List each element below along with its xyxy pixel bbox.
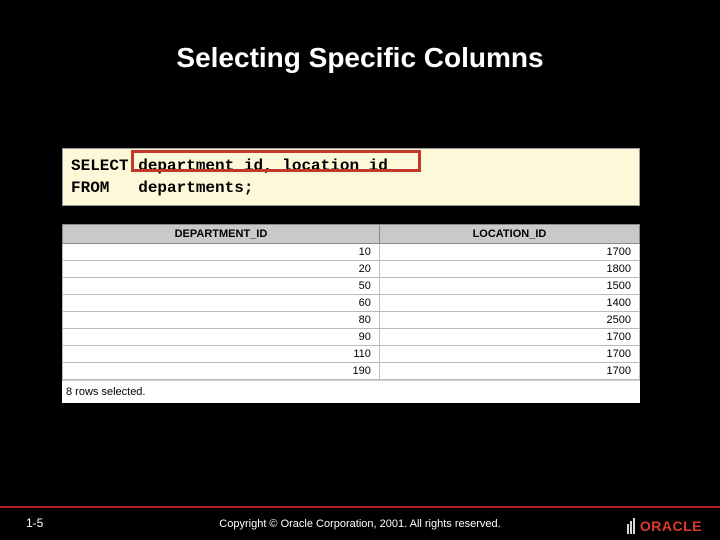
oracle-logo: ORACLE [627, 518, 702, 534]
copyright-text: Copyright © Oracle Corporation, 2001. Al… [0, 518, 720, 530]
cell: 1800 [379, 261, 639, 278]
cell: 2500 [379, 312, 639, 329]
cell: 90 [63, 329, 380, 346]
cell: 1700 [379, 329, 639, 346]
table-row: 802500 [63, 312, 640, 329]
table-row: 601400 [63, 295, 640, 312]
table-row: 1101700 [63, 346, 640, 363]
logo-bars-icon [627, 518, 635, 534]
result-table: DEPARTMENT_ID LOCATION_ID 101700 201800 … [62, 224, 640, 380]
table-row: 101700 [63, 244, 640, 261]
cell: 190 [63, 363, 380, 380]
table-row: 901700 [63, 329, 640, 346]
cell: 1500 [379, 278, 639, 295]
sql-table-name: departments; [138, 179, 253, 197]
rows-selected-label: 8 rows selected. [62, 380, 640, 403]
cell: 20 [63, 261, 380, 278]
cell: 80 [63, 312, 380, 329]
col-header-location-id: LOCATION_ID [379, 225, 639, 244]
footer: 1-5 Copyright © Oracle Corporation, 2001… [0, 506, 720, 540]
cell: 1400 [379, 295, 639, 312]
cell: 10 [63, 244, 380, 261]
sql-column-list: department_id, location_id [138, 157, 388, 175]
table-row: 1901700 [63, 363, 640, 380]
slide: Selecting Specific Columns SELECT depart… [0, 0, 720, 540]
cell: 1700 [379, 363, 639, 380]
result-panel: DEPARTMENT_ID LOCATION_ID 101700 201800 … [62, 224, 640, 403]
cell: 1700 [379, 244, 639, 261]
slide-title: Selecting Specific Columns [0, 42, 720, 74]
cell: 1700 [379, 346, 639, 363]
col-header-department-id: DEPARTMENT_ID [63, 225, 380, 244]
table-row: 501500 [63, 278, 640, 295]
cell: 60 [63, 295, 380, 312]
table-row: 201800 [63, 261, 640, 278]
logo-text: ORACLE [640, 518, 702, 534]
sql-keyword-from: FROM [71, 179, 138, 197]
cell: 50 [63, 278, 380, 295]
sql-keyword-select: SELECT [71, 157, 138, 175]
cell: 110 [63, 346, 380, 363]
sql-code-block: SELECT department_id, location_id FROM d… [62, 148, 640, 206]
